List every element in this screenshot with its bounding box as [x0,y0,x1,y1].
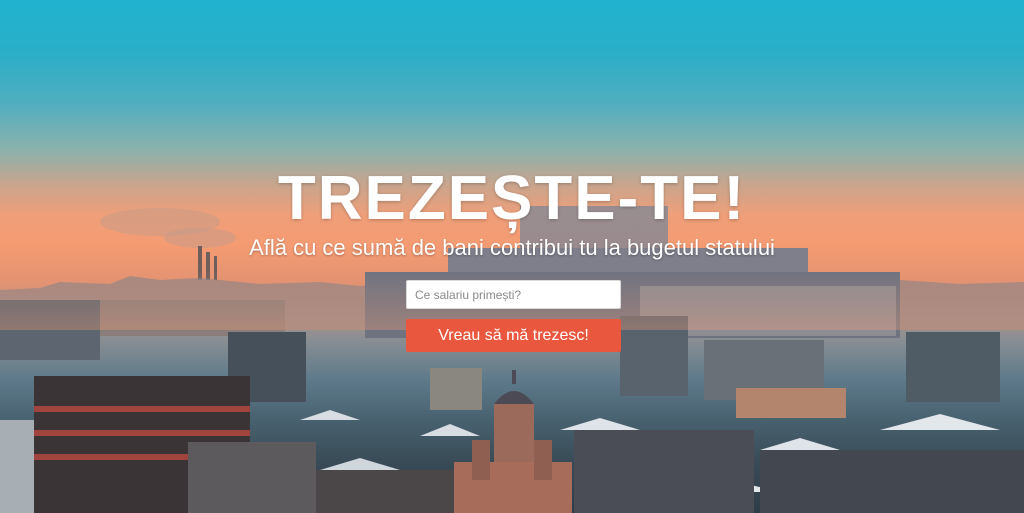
hero-section: TREZEȘTE-TE! Află cu ce sumă de bani con… [0,0,1024,513]
hero-text: TREZEȘTE-TE! Află cu ce sumă de bani con… [0,164,1024,262]
salary-form: Vreau să mă trezesc! [406,280,621,352]
wake-up-button[interactable]: Vreau să mă trezesc! [406,319,621,352]
page-title: TREZEȘTE-TE! [277,164,747,233]
salary-input[interactable] [406,280,621,309]
page-subtitle: Află cu ce sumă de bani contribui tu la … [249,235,775,260]
